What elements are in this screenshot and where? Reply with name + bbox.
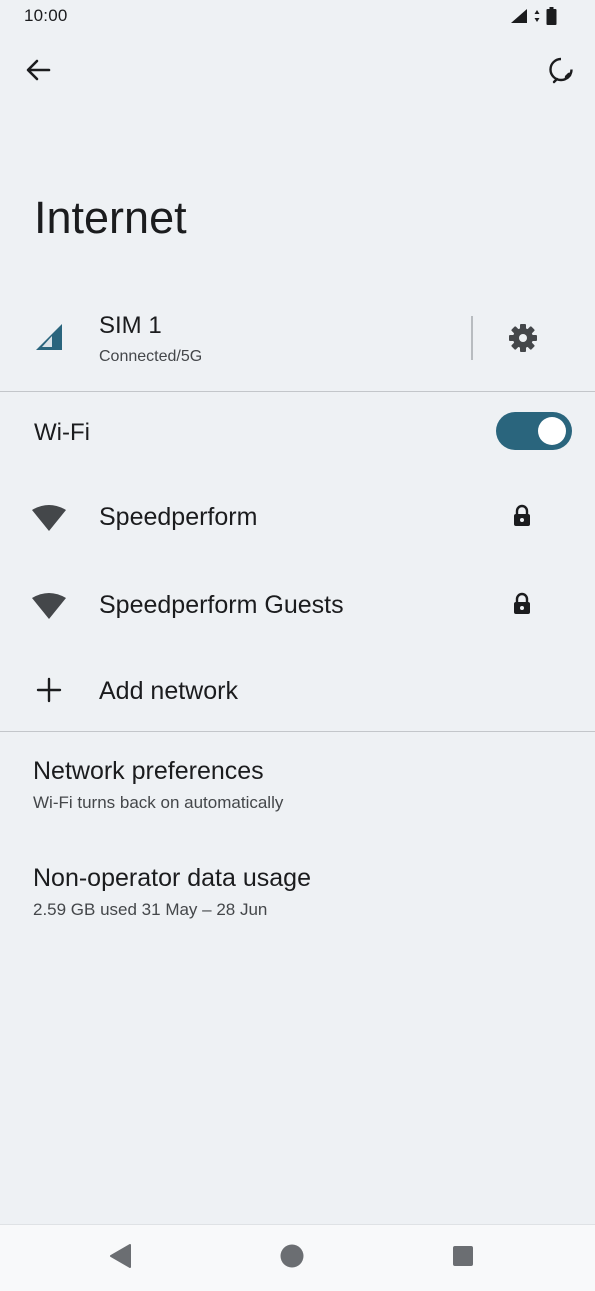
pref-subtitle: Wi-Fi turns back on automatically bbox=[33, 793, 284, 812]
back-triangle-icon bbox=[108, 1243, 132, 1274]
navigation-bar bbox=[0, 1224, 595, 1291]
help-feedback-icon bbox=[547, 56, 575, 89]
data-usage-row[interactable]: Non-operator data usage 2.59 GB used 31 … bbox=[0, 864, 595, 964]
sim-row[interactable]: SIM 1 Connected/5G bbox=[0, 300, 595, 390]
status-icons bbox=[510, 7, 557, 30]
signal-icon bbox=[510, 8, 528, 29]
network-name: Speedperform Guests bbox=[99, 591, 344, 619]
sim-name: SIM 1 bbox=[99, 312, 162, 339]
lock-icon bbox=[512, 592, 532, 621]
sim-settings-button[interactable] bbox=[500, 318, 546, 358]
back-button[interactable] bbox=[18, 52, 58, 92]
network-preferences-row[interactable]: Network preferences Wi-Fi turns back on … bbox=[0, 757, 595, 857]
sim-divider bbox=[471, 316, 473, 360]
pref-subtitle: 2.59 GB used 31 May – 28 Jun bbox=[33, 900, 268, 919]
lock-icon bbox=[512, 504, 532, 533]
arrow-back-icon bbox=[25, 58, 51, 87]
help-feedback-button[interactable] bbox=[541, 52, 581, 92]
battery-icon bbox=[546, 7, 557, 30]
status-bar: 10:00 bbox=[0, 0, 595, 34]
status-time: 10:00 bbox=[24, 6, 68, 25]
sim-status: Connected/5G bbox=[99, 348, 203, 365]
add-network-row[interactable]: Add network bbox=[0, 650, 595, 732]
add-network-label: Add network bbox=[99, 677, 238, 705]
network-row[interactable]: Speedperform bbox=[0, 474, 595, 562]
home-circle-icon bbox=[279, 1243, 305, 1274]
wifi-toggle-row[interactable]: Wi-Fi bbox=[0, 395, 595, 471]
data-arrows-icon bbox=[534, 9, 540, 28]
wifi-signal-icon bbox=[31, 592, 67, 625]
nav-recents-button[interactable] bbox=[448, 1243, 478, 1273]
wifi-toggle[interactable] bbox=[496, 412, 572, 450]
recents-square-icon bbox=[451, 1244, 475, 1273]
pref-title: Non-operator data usage bbox=[33, 864, 311, 892]
wifi-label: Wi-Fi bbox=[34, 419, 90, 446]
pref-title: Network preferences bbox=[33, 757, 264, 785]
wifi-signal-icon bbox=[31, 504, 67, 537]
divider bbox=[0, 731, 595, 732]
gear-icon bbox=[500, 324, 546, 362]
network-row[interactable]: Speedperform Guests bbox=[0, 562, 595, 650]
nav-back-button[interactable] bbox=[105, 1243, 135, 1273]
nav-home-button[interactable] bbox=[277, 1243, 307, 1273]
divider bbox=[0, 391, 595, 392]
network-name: Speedperform bbox=[99, 503, 258, 531]
page-title: Internet bbox=[34, 192, 187, 243]
plus-icon bbox=[35, 676, 63, 709]
cell-signal-icon bbox=[34, 324, 64, 357]
toggle-knob bbox=[538, 417, 566, 445]
